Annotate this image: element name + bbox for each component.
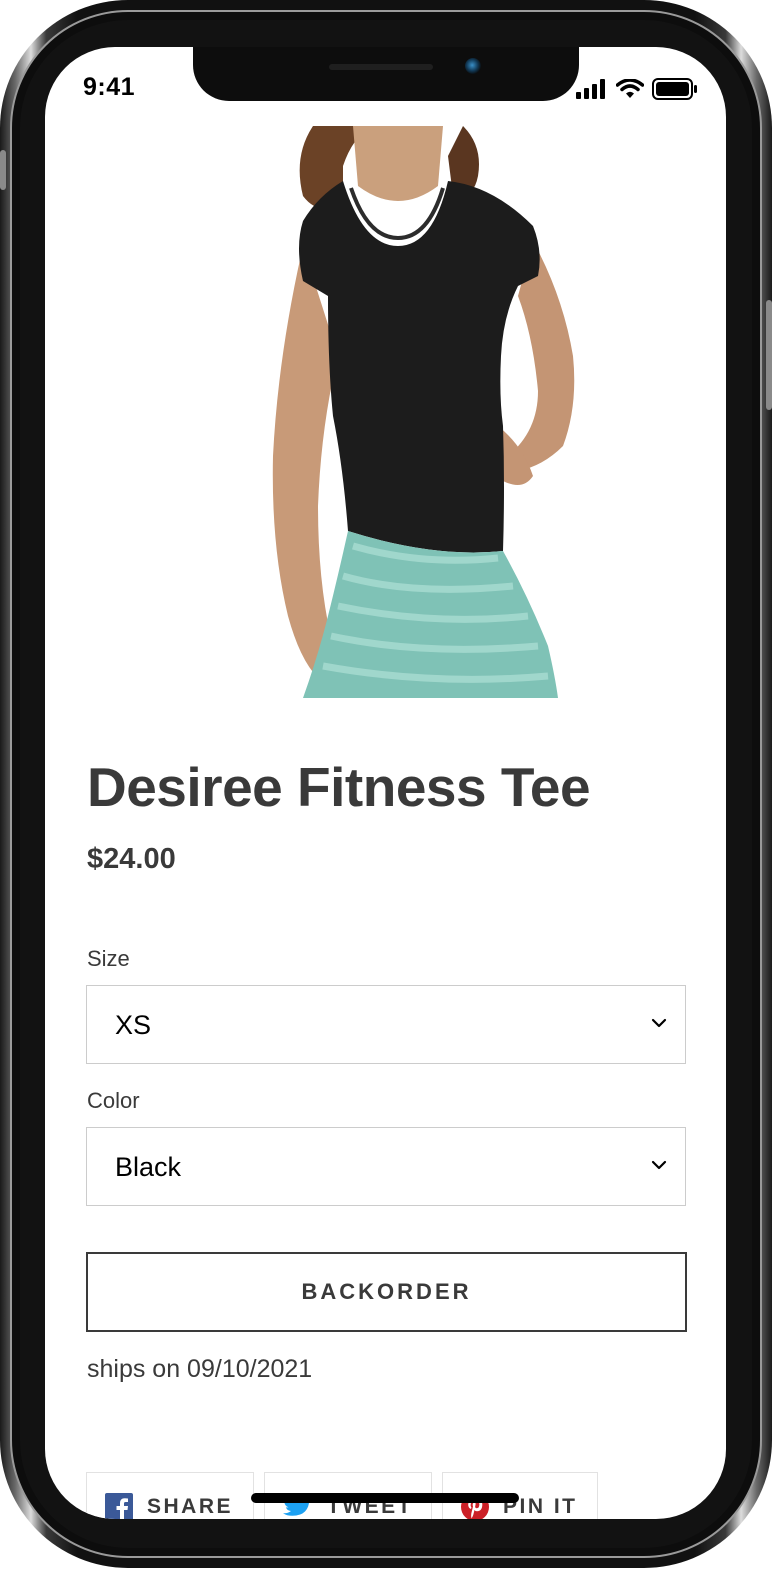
status-icons: [576, 77, 698, 101]
phone-device: 9:41 Desiree Fitness Tee $24.00 Size XS …: [0, 0, 774, 1570]
facebook-icon: [105, 1493, 133, 1519]
color-select-value: Black: [115, 1152, 182, 1182]
chevron-down-icon: [651, 1018, 667, 1028]
side-button: [0, 150, 6, 190]
size-select[interactable]: XS: [86, 985, 686, 1064]
color-label: Color: [87, 1088, 140, 1113]
side-button: [766, 300, 772, 410]
color-select[interactable]: Black: [86, 1127, 686, 1206]
phone-screen: 9:41 Desiree Fitness Tee $24.00 Size XS …: [45, 47, 726, 1519]
size-select-value: XS: [115, 1010, 152, 1040]
product-price: $24.00: [87, 843, 176, 875]
status-time: 9:41: [83, 73, 136, 101]
notch: [193, 47, 579, 101]
backorder-button[interactable]: BACKORDER: [86, 1252, 687, 1332]
chevron-down-icon: [651, 1160, 667, 1170]
speaker-grille: [329, 64, 433, 70]
product-image: [233, 126, 613, 698]
battery-icon: [652, 78, 697, 100]
size-label: Size: [87, 946, 130, 971]
facebook-share-button[interactable]: SHARE: [86, 1472, 254, 1519]
home-indicator[interactable]: [251, 1493, 519, 1503]
product-title: Desiree Fitness Tee: [87, 756, 591, 818]
ships-date-text: ships on 09/10/2021: [87, 1355, 313, 1383]
signal-icon: [576, 79, 605, 99]
facebook-share-label: SHARE: [147, 1495, 234, 1518]
wifi-icon: [616, 79, 644, 98]
front-camera: [465, 58, 481, 74]
